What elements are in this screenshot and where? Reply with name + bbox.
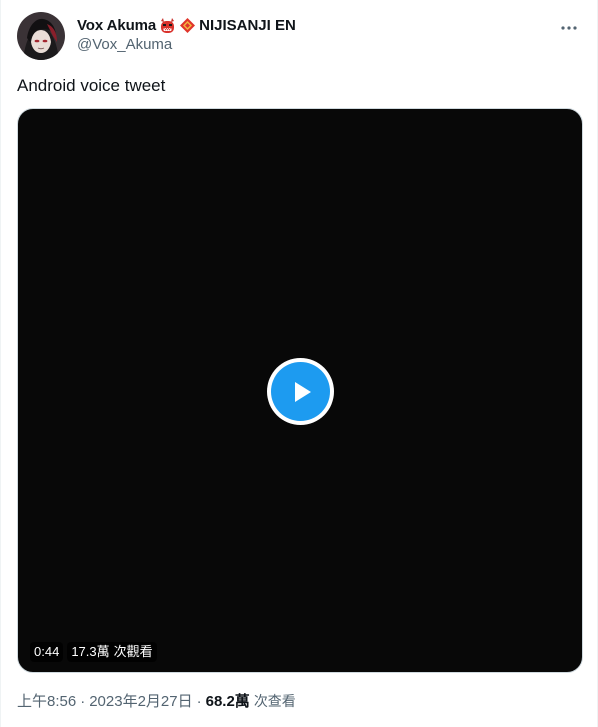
avatar[interactable] — [17, 12, 65, 60]
video-views-label: 次觀看 — [113, 644, 153, 659]
meta-separator: · — [196, 693, 202, 710]
video-overlay: 0:44 17.3萬 次觀看 — [30, 642, 157, 662]
video-views: 17.3萬 次觀看 — [67, 642, 157, 662]
display-name[interactable]: Vox Akuma — [77, 17, 156, 34]
video-player[interactable]: 0:44 17.3萬 次觀看 — [17, 108, 583, 673]
tweet-detail: Vox Akuma NIJISANJI EN @Vox_Akuma Androi… — [0, 0, 598, 727]
tweet-views-label: 次查看 — [253, 693, 296, 709]
tweet-time[interactable]: 上午8:56 — [17, 690, 76, 711]
author-names: Vox Akuma NIJISANJI EN @Vox_Akuma — [77, 12, 296, 54]
video-duration: 0:44 — [30, 642, 64, 662]
more-horizontal-icon[interactable] — [557, 16, 581, 40]
play-button[interactable] — [267, 358, 334, 425]
play-icon — [271, 362, 330, 421]
tweet-header: Vox Akuma NIJISANJI EN @Vox_Akuma — [17, 12, 585, 60]
meta-separator: · — [80, 693, 86, 710]
affiliation-label: NIJISANJI EN — [199, 16, 296, 34]
tweet-text: Android voice tweet — [17, 76, 166, 95]
tweet-date[interactable]: 2023年2月27日 — [89, 690, 192, 711]
demon-mask-emoji-icon — [159, 17, 176, 34]
video-views-count: 17.3萬 — [71, 644, 110, 659]
author-handle[interactable]: @Vox_Akuma — [77, 36, 296, 53]
red-diamond-emoji-icon — [179, 17, 196, 34]
tweet-views-count[interactable]: 68.2萬 — [206, 690, 250, 711]
tweet-meta: 上午8:56 · 2023年2月27日 · 68.2萬 次查看 — [17, 690, 296, 711]
name-row: Vox Akuma NIJISANJI EN — [77, 15, 296, 35]
